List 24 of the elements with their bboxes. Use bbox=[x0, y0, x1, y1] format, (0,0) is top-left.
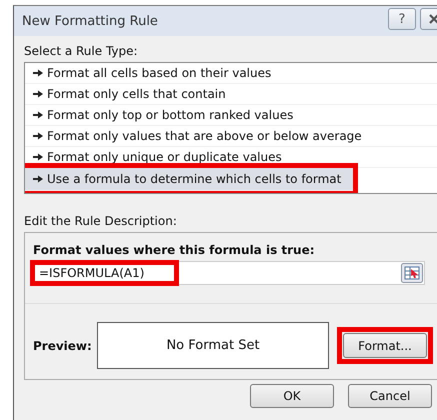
section-label: Select a Rule Type: bbox=[24, 44, 139, 58]
formula-value: =ISFORMULA(A1) bbox=[30, 260, 180, 286]
preview-label: Preview: bbox=[33, 338, 93, 352]
range-select-icon[interactable] bbox=[401, 263, 423, 283]
arrow-icon bbox=[33, 111, 43, 119]
formula-label: Format values where this formula is true: bbox=[33, 243, 316, 257]
window-title: New Formatting Rule bbox=[22, 14, 158, 28]
help-button[interactable]: ? bbox=[388, 8, 416, 30]
arrow-icon bbox=[33, 69, 43, 77]
formula-field[interactable]: =ISFORMULA(A1) bbox=[33, 261, 425, 285]
arrow-icon bbox=[33, 175, 43, 183]
close-icon bbox=[428, 14, 437, 24]
section-label: Edit the Rule Description: bbox=[24, 214, 178, 228]
rule-type-item[interactable]: Format only cells that contain bbox=[25, 84, 437, 105]
format-button[interactable]: Format... bbox=[343, 333, 427, 358]
arrow-icon bbox=[33, 90, 43, 98]
ok-button[interactable]: OK bbox=[250, 384, 334, 408]
rule-type-item[interactable]: Format all cells based on their values bbox=[25, 63, 437, 84]
rule-type-item[interactable]: Format only top or bottom ranked values bbox=[25, 105, 437, 126]
preview-text: No Format Set bbox=[166, 338, 260, 353]
arrow-icon bbox=[33, 153, 43, 161]
arrow-icon bbox=[33, 132, 43, 140]
rule-type-item[interactable]: Format only values that are above or below average bbox=[25, 126, 437, 147]
cancel-button[interactable]: Cancel bbox=[348, 384, 432, 408]
